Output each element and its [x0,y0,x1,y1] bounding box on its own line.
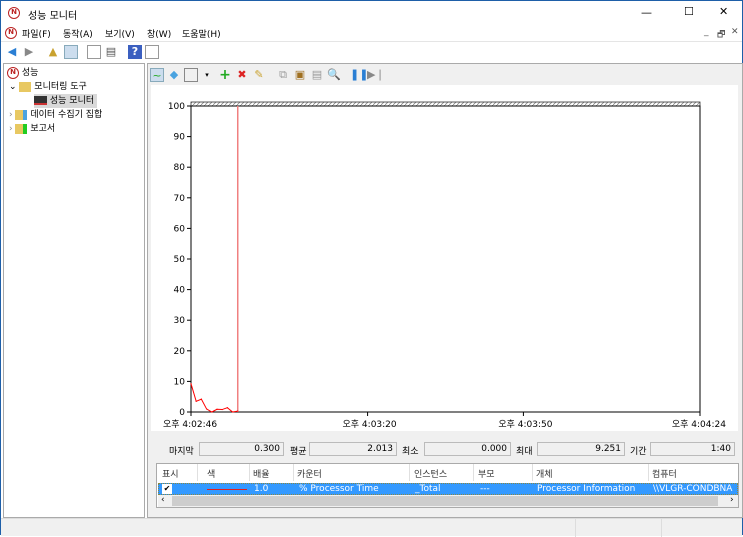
plot-frame [190,105,701,413]
average-label: 평균 [290,447,307,457]
maximum-value: 9.251 [537,442,625,456]
average-value: 2.013 [309,442,397,456]
duration-value: 1:40 [650,442,735,456]
data-point [205,408,208,410]
scrollbar-thumb[interactable] [172,496,718,506]
data-point [221,408,223,411]
y-tick-label: 80 [174,163,186,173]
horizontal-scrollbar[interactable]: ‹ › [158,495,738,507]
data-point [216,408,218,410]
cell-scale: 1.0 [254,484,269,494]
y-tick-label: 40 [174,286,186,296]
data-point [226,407,228,409]
y-tick-label: 20 [174,347,186,357]
y-tick-label: 70 [174,194,186,204]
cell-parent: --- [480,484,490,494]
y-tick-label: 100 [168,102,185,112]
status-bar [1,518,742,537]
header-instance[interactable]: 인스턴스 [414,467,447,480]
color-swatch [207,489,247,490]
y-tick-label: 10 [174,377,186,387]
x-tick-label: 오후 4:02:46 [163,419,217,430]
table-row[interactable]: ✔ 1.0 % Processor Time _Total --- Proces… [158,483,738,495]
minimum-value: 0.000 [424,442,511,456]
maximum-label: 최대 [516,447,533,457]
header-computer[interactable]: 컴퓨터 [652,467,677,480]
y-tick-label: 60 [174,224,186,234]
show-checkbox[interactable]: ✔ [162,484,172,494]
data-point [211,411,213,413]
data-point [237,410,239,412]
y-tick-label: 30 [174,316,186,326]
y-tick-label: 90 [174,133,186,143]
last-label: 마지막 [169,447,194,457]
y-tick-label: 0 [179,408,185,418]
header-show[interactable]: 표시 [162,467,179,480]
x-tick-label: 오후 4:03:50 [498,419,552,430]
counter-table: 표시 색 배율 카운터 인스턴스 부모 개체 컴퓨터 ✔ 1.0 % Proce… [156,463,739,508]
cell-object: Processor Information [537,484,636,494]
header-color[interactable]: 색 [207,467,215,480]
data-point [190,383,192,385]
x-tick-label: 오후 4:03:20 [343,419,397,430]
cell-computer: \\VLGR-CONDBNA [653,484,733,494]
series-line [190,383,238,413]
header-scale[interactable]: 배율 [253,467,270,480]
header-object[interactable]: 개체 [536,467,553,480]
cell-counter: % Processor Time [299,484,379,494]
header-parent[interactable]: 부모 [478,467,495,480]
data-point [195,400,197,402]
data-point [200,398,202,400]
scroll-left-icon[interactable]: ‹ [161,495,165,505]
data-point [231,411,234,413]
upper-limit-band [190,101,701,107]
header-counter[interactable]: 카운터 [297,467,322,480]
cell-instance: _Total [415,484,441,494]
duration-label: 기간 [630,447,647,457]
y-tick-label: 50 [174,255,186,265]
x-tick-label: 오후 4:04:24 [672,419,726,430]
minimum-label: 최소 [402,447,419,457]
last-value: 0.300 [199,442,284,456]
scroll-right-icon[interactable]: › [730,495,734,505]
